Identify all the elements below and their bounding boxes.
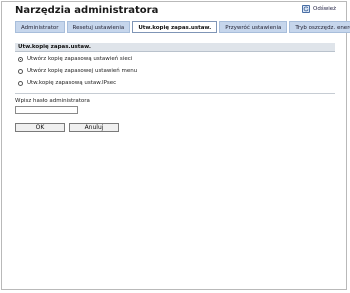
tab-reset-settings[interactable]: Resetuj ustawienia	[66, 21, 131, 33]
section-title: Utw.kopię zapas.ustaw.	[15, 43, 335, 52]
radio-ipsec-backup[interactable]	[18, 80, 23, 86]
radio-network-backup[interactable]	[18, 56, 23, 62]
page-title: Narzędzia administratora	[15, 5, 159, 16]
password-label: Wpisz hasło administratora	[15, 98, 90, 104]
option-network-backup-label: Utwórz kopię zapasową ustawień sieci	[27, 56, 133, 62]
tab-backup-settings[interactable]: Utw.kopię zapas.ustaw.	[132, 21, 218, 33]
option-menu-backup-label: Utwórz kopię zapasowej ustawień menu	[27, 68, 138, 74]
option-menu-backup[interactable]: Utwórz kopię zapasowej ustawień menu	[18, 68, 137, 74]
tab-energy-saver[interactable]: Tryb oszczędz. energii	[289, 21, 350, 33]
tab-administrator[interactable]: Administrator	[15, 21, 65, 33]
refresh-icon	[302, 5, 311, 13]
radio-menu-backup[interactable]	[18, 68, 23, 74]
section-divider	[15, 93, 335, 94]
refresh-label: Odśwież	[313, 6, 336, 12]
password-input[interactable]	[15, 106, 78, 114]
option-ipsec-backup-label: Utw.kopię zapasową ustaw.IPsec	[27, 80, 117, 86]
tab-bar: Administrator Resetuj ustawienia Utw.kop…	[15, 21, 350, 33]
tab-restore-settings[interactable]: Przywróć ustawienia	[219, 21, 288, 33]
ok-button[interactable]: OK	[15, 123, 65, 132]
cancel-button[interactable]: Anuluj	[69, 123, 119, 132]
option-ipsec-backup[interactable]: Utw.kopię zapasową ustaw.IPsec	[18, 80, 116, 86]
option-network-backup[interactable]: Utwórz kopię zapasową ustawień sieci	[18, 56, 132, 62]
refresh-button[interactable]: Odśwież	[302, 5, 336, 13]
